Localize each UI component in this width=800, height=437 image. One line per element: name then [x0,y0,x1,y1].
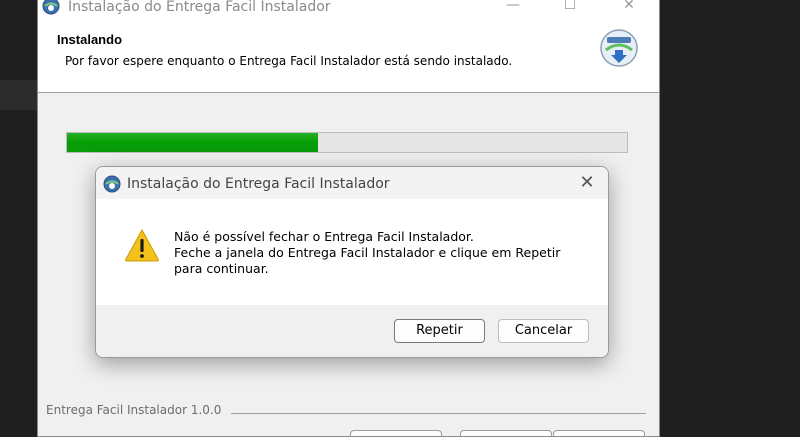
dialog-titlebar[interactable]: Instalação do Entrega Facil Instalador ✕ [96,167,608,199]
dialog-close-icon[interactable]: ✕ [576,173,598,193]
retry-cancel-dialog: Instalação do Entrega Facil Instalador ✕… [95,166,609,358]
cancel-install-button[interactable] [553,430,645,436]
installer-window-title: Instalação do Entrega Facil Instalador [68,0,331,15]
installer-logo-icon [600,29,638,67]
installer-header: Instalando Por favor espere enquanto o E… [38,20,659,93]
install-progress-fill [67,133,318,152]
next-button[interactable] [460,430,552,436]
minimize-button[interactable]: — [503,0,523,13]
background-window-strip [0,80,38,110]
cancel-button[interactable]: Cancelar [498,319,589,343]
close-window-button[interactable]: ✕ [619,0,639,13]
dialog-title: Instalação do Entrega Facil Instalador [127,176,390,192]
installer-app-icon [42,0,60,15]
warning-icon [125,228,159,262]
back-button[interactable] [350,430,442,436]
dialog-footer: Repetir Cancelar [96,305,608,357]
retry-button[interactable]: Repetir [394,319,485,343]
dialog-message: Não é possível fechar o Entrega Facil In… [174,229,560,277]
maximize-button[interactable]: ☐ [560,0,580,13]
dialog-app-icon [103,175,121,193]
dialog-message-line: Feche a janela do Entrega Facil Instalad… [174,245,561,260]
footer-divider [231,413,646,414]
dialog-message-line: para continuar. [174,261,269,276]
install-progress-bar [66,132,628,153]
dialog-message-line: Não é possível fechar o Entrega Facil In… [174,229,474,244]
header-subtitle: Por favor espere enquanto o Entrega Faci… [65,54,513,68]
header-title: Instalando [57,32,123,47]
installer-titlebar[interactable]: Instalação do Entrega Facil Instalador —… [38,0,659,20]
footer-brand-text: Entrega Facil Instalador 1.0.0 [46,403,222,417]
dialog-body: Não é possível fechar o Entrega Facil In… [96,199,608,305]
